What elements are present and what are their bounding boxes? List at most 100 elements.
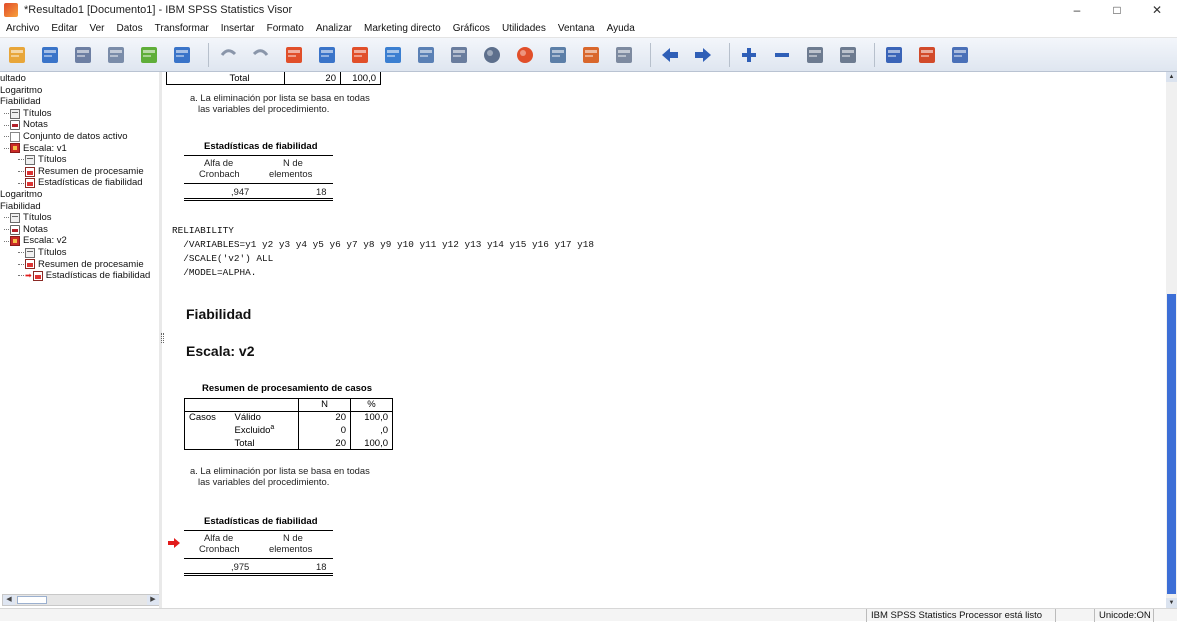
outline-item[interactable]: Títulos <box>0 108 159 120</box>
insert-heading-icon[interactable] <box>881 42 907 68</box>
table-icon <box>25 166 35 177</box>
outline-item[interactable]: ➡ Estadísticas de fiabilidad <box>0 270 159 282</box>
menu-item[interactable]: Utilidades <box>496 23 552 34</box>
menu-item[interactable]: Ventana <box>552 23 601 34</box>
scroll-thumb[interactable] <box>17 596 47 604</box>
cronbach-alpha-v2: ,975 <box>231 561 250 572</box>
print-preview-icon[interactable] <box>103 42 129 68</box>
outline-horizontal-scrollbar[interactable]: ◀ ▶ <box>2 594 159 606</box>
outline-item[interactable]: ultado <box>0 73 159 85</box>
heading-fiabilidad: Fiabilidad <box>186 306 252 322</box>
save-icon[interactable] <box>37 42 63 68</box>
outline-item[interactable]: Escala: v1 <box>0 143 159 155</box>
outline-item-label: Fiabilidad <box>0 96 41 108</box>
scroll-thumb[interactable] <box>1167 294 1176 594</box>
outline-item[interactable]: Escala: v2 <box>0 235 159 247</box>
scroll-down-icon[interactable]: ▼ <box>1166 598 1177 608</box>
go-to-data-icon[interactable] <box>169 42 195 68</box>
content-vertical-scrollbar[interactable]: ▲ ▼ <box>1166 72 1177 608</box>
next-icon[interactable] <box>690 42 716 68</box>
outline-item[interactable]: Fiabilidad <box>0 96 159 108</box>
collapse-icon[interactable] <box>769 42 795 68</box>
menu-bar: Archivo Editar Ver Datos Transformar Insertar… <box>0 20 1177 38</box>
tree-connector <box>4 113 9 115</box>
outline-item-label: Logaritmo <box>0 84 43 96</box>
menu-item[interactable]: Ayuda <box>601 23 641 34</box>
outline-item[interactable]: Logaritmo <box>0 189 159 201</box>
select-cases-icon[interactable] <box>479 42 505 68</box>
menu-item[interactable]: Archivo <box>0 23 45 34</box>
insert-text-icon[interactable] <box>947 42 973 68</box>
menu-item[interactable]: Analizar <box>310 23 358 34</box>
outline-item[interactable]: Títulos <box>0 154 159 166</box>
show-all-variables-icon[interactable] <box>578 42 604 68</box>
menu-item[interactable]: Ver <box>83 23 110 34</box>
processing-summary-title-v2: Resumen de procesamiento de casos <box>202 383 373 394</box>
outline-item[interactable]: Títulos <box>0 247 159 259</box>
menu-item[interactable]: Transformar <box>149 23 215 34</box>
footnote-line1: a. La eliminación por lista se basa en t… <box>190 465 370 476</box>
go-to-variable-icon[interactable] <box>314 42 340 68</box>
table-icon <box>32 270 43 281</box>
weight-cases-icon[interactable] <box>446 42 472 68</box>
syntax-block: RELIABILITY /VARIABLES=y1 y2 y3 y4 y5 y6… <box>172 224 594 280</box>
outline-item[interactable]: Fiabilidad <box>0 201 159 213</box>
go-to-case-icon[interactable] <box>281 42 307 68</box>
splitter-handle[interactable] <box>161 333 164 343</box>
table-icon <box>25 178 35 189</box>
redo-icon[interactable] <box>248 42 274 68</box>
insert-title-icon[interactable] <box>914 42 940 68</box>
outline-item-label: Notas <box>23 119 48 131</box>
scale-icon <box>10 143 20 154</box>
export-icon[interactable] <box>136 42 162 68</box>
undo-icon[interactable] <box>215 42 241 68</box>
designate-window-icon[interactable] <box>611 42 637 68</box>
hide-icon[interactable] <box>835 42 861 68</box>
col-alpha-line2: Cronbach <box>199 543 240 554</box>
outline-item[interactable]: Resumen de procesamie <box>0 259 159 271</box>
outline-item[interactable]: Conjunto de datos activo <box>0 131 159 143</box>
toolbar-separator <box>729 42 730 67</box>
scroll-right-icon[interactable]: ▶ <box>147 595 159 605</box>
value-labels-icon[interactable] <box>512 42 538 68</box>
previous-icon[interactable] <box>657 42 683 68</box>
close-button[interactable]: ✕ <box>1137 0 1177 20</box>
expand-icon[interactable] <box>736 42 762 68</box>
outline-item[interactable]: Notas <box>0 224 159 236</box>
minimize-button[interactable]: – <box>1057 0 1097 20</box>
menu-item[interactable]: Gráficos <box>447 23 496 34</box>
menu-item[interactable]: Insertar <box>215 23 261 34</box>
outline-item-label: Escala: v1 <box>23 142 67 154</box>
maximize-button[interactable]: □ <box>1097 0 1137 20</box>
scroll-left-icon[interactable]: ◀ <box>3 595 15 605</box>
col-alpha-line1: Alfa de <box>204 157 234 168</box>
print-icon[interactable] <box>70 42 96 68</box>
outline-item[interactable]: Notas <box>0 119 159 131</box>
col-n-line1: N de <box>283 157 303 168</box>
outline-item[interactable]: Títulos <box>0 212 159 224</box>
insert-cases-icon[interactable] <box>347 42 373 68</box>
row-pct: ,0 <box>350 424 393 437</box>
open-icon[interactable] <box>4 42 30 68</box>
data-icon <box>10 131 20 142</box>
row-n: 0 <box>298 424 351 437</box>
scroll-up-icon[interactable]: ▲ <box>1166 72 1177 82</box>
footnote-line2: las variables del procedimiento. <box>198 476 330 487</box>
use-sets-icon[interactable] <box>545 42 571 68</box>
menu-item[interactable]: Marketing directo <box>358 23 447 34</box>
menu-item[interactable]: Datos <box>111 23 149 34</box>
insert-variable-icon[interactable] <box>380 42 406 68</box>
outline-item[interactable]: Logaritmo <box>0 85 159 97</box>
outline-item[interactable]: Estadísticas de fiabilidad <box>0 177 159 189</box>
tree-connector <box>18 263 24 265</box>
row-label-excluido: Excluidoa <box>231 424 299 437</box>
menu-item[interactable]: Editar <box>45 23 83 34</box>
footnote-marker: a <box>270 424 275 432</box>
split-file-icon[interactable] <box>413 42 439 68</box>
outline-item[interactable]: Resumen de procesamie <box>0 166 159 178</box>
menu-item[interactable]: Formato <box>261 23 310 34</box>
row-label: Excluido <box>234 425 271 437</box>
row-pct: 100,0 <box>350 411 393 425</box>
show-icon[interactable] <box>802 42 828 68</box>
tree-connector <box>4 229 9 231</box>
